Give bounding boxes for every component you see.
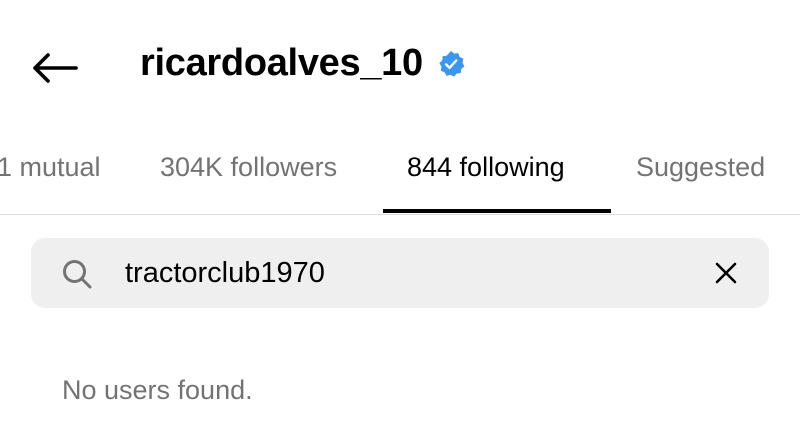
search-icon bbox=[63, 260, 92, 289]
active-tab-indicator bbox=[383, 209, 611, 213]
search-input[interactable] bbox=[125, 252, 685, 294]
tab-mutual[interactable]: 1 mutual bbox=[0, 152, 101, 183]
following-screen: ricardoalves_10 1 mutual 304K followers … bbox=[0, 0, 800, 434]
username: ricardoalves_10 bbox=[140, 42, 423, 84]
tab-suggested[interactable]: Suggested bbox=[636, 152, 765, 183]
close-icon bbox=[715, 262, 737, 284]
arrow-left-icon bbox=[33, 53, 78, 83]
search-bar bbox=[31, 238, 769, 308]
tab-following[interactable]: 844 following bbox=[407, 152, 565, 183]
profile-title: ricardoalves_10 bbox=[140, 42, 465, 85]
verified-badge-icon bbox=[437, 50, 465, 78]
no-results-message: No users found. bbox=[62, 375, 253, 405]
back-button[interactable] bbox=[28, 48, 80, 88]
top-bar: ricardoalves_10 bbox=[0, 0, 800, 130]
tab-followers[interactable]: 304K followers bbox=[160, 152, 337, 183]
tab-bar: 1 mutual 304K followers 844 following Su… bbox=[0, 140, 800, 215]
clear-search-button[interactable] bbox=[711, 258, 741, 288]
